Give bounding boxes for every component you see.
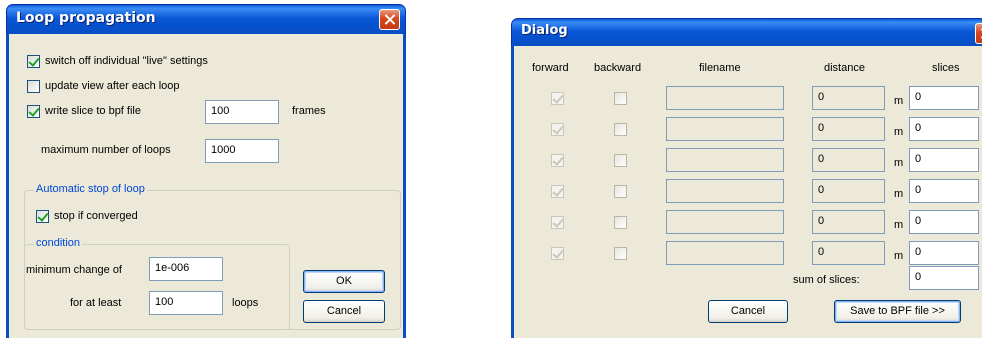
- backward-checkbox[interactable]: [614, 92, 627, 105]
- title-bar[interactable]: Dialog: [511, 18, 982, 46]
- distance-unit: m: [894, 126, 904, 138]
- backward-checkbox[interactable]: [614, 123, 627, 136]
- max-loops-input[interactable]: 1000: [205, 139, 279, 163]
- sum-slices-label: sum of slices:: [793, 274, 860, 286]
- slices-input[interactable]: 0: [909, 179, 979, 203]
- filename-field[interactable]: [666, 210, 784, 234]
- distance-field[interactable]: 0: [812, 117, 885, 141]
- write-slice-label: write slice to bpf file: [45, 105, 141, 117]
- window-client: switch off individual "live" settings up…: [6, 34, 406, 338]
- slices-input[interactable]: 0: [909, 86, 979, 110]
- frames-label: frames: [292, 105, 326, 117]
- update-view-label: update view after each loop: [45, 80, 180, 92]
- slices-header: slices: [932, 62, 960, 74]
- distance-unit: m: [894, 219, 904, 231]
- ok-button[interactable]: OK: [303, 270, 385, 293]
- forward-checkbox[interactable]: [551, 123, 564, 136]
- distance-field[interactable]: 0: [812, 86, 885, 110]
- distance-field[interactable]: 0: [812, 148, 885, 172]
- forward-checkbox[interactable]: [551, 154, 564, 167]
- distance-field[interactable]: 0: [812, 241, 885, 265]
- forward-checkbox[interactable]: [551, 247, 564, 260]
- backward-checkbox[interactable]: [614, 247, 627, 260]
- slices-input[interactable]: 0: [909, 210, 979, 234]
- filename-field[interactable]: [666, 241, 784, 265]
- distance-unit: m: [894, 157, 904, 169]
- distance-header: distance: [824, 62, 865, 74]
- filename-field[interactable]: [666, 86, 784, 110]
- switch-off-live-label: switch off individual "live" settings: [45, 55, 208, 67]
- slices-input[interactable]: 0: [909, 241, 979, 265]
- close-icon[interactable]: [379, 9, 400, 30]
- condition-group-title: condition: [34, 237, 83, 249]
- backward-checkbox[interactable]: [614, 185, 627, 198]
- write-slice-checkbox[interactable]: [27, 105, 40, 118]
- backward-checkbox[interactable]: [614, 154, 627, 167]
- forward-checkbox[interactable]: [551, 216, 564, 229]
- switch-off-live-checkbox[interactable]: [27, 55, 40, 68]
- title-bar[interactable]: Loop propagation: [6, 4, 406, 34]
- min-change-input[interactable]: 1e-006: [149, 257, 223, 281]
- loops-label: loops: [232, 297, 259, 309]
- distance-unit: m: [894, 95, 904, 107]
- auto-stop-group-title: Automatic stop of loop: [34, 183, 147, 195]
- filename-field[interactable]: [666, 179, 784, 203]
- distance-field[interactable]: 0: [812, 210, 885, 234]
- distance-unit: m: [894, 188, 904, 200]
- stop-converged-checkbox[interactable]: [36, 210, 49, 223]
- slices-input[interactable]: 0: [909, 148, 979, 172]
- max-loops-label: maximum number of loops: [41, 144, 171, 156]
- slices-input[interactable]: 0: [909, 117, 979, 141]
- window-title: Dialog: [521, 23, 568, 38]
- update-view-checkbox[interactable]: [27, 80, 40, 93]
- backward-checkbox[interactable]: [614, 216, 627, 229]
- dialog-window: Dialog forward backward filename distanc…: [511, 18, 982, 338]
- forward-header: forward: [532, 62, 569, 74]
- frames-input[interactable]: 100: [205, 100, 279, 124]
- filename-header: filename: [699, 62, 741, 74]
- sum-slices-input[interactable]: 0: [909, 266, 979, 290]
- distance-unit: m: [894, 250, 904, 262]
- min-change-label: minimum change of: [26, 264, 122, 276]
- close-icon[interactable]: [975, 23, 982, 44]
- stop-converged-label: stop if converged: [54, 210, 138, 222]
- backward-header: backward: [594, 62, 642, 74]
- cancel-button[interactable]: Cancel: [708, 300, 788, 323]
- forward-checkbox[interactable]: [551, 185, 564, 198]
- for-at-least-input[interactable]: 100: [149, 291, 223, 315]
- forward-checkbox[interactable]: [551, 92, 564, 105]
- window-title: Loop propagation: [16, 10, 156, 26]
- loop-propagation-window: Loop propagation switch off individual "…: [6, 4, 406, 338]
- distance-field[interactable]: 0: [812, 179, 885, 203]
- cancel-button[interactable]: Cancel: [303, 300, 385, 323]
- filename-field[interactable]: [666, 148, 784, 172]
- filename-field[interactable]: [666, 117, 784, 141]
- save-bpf-button[interactable]: Save to BPF file >>: [834, 300, 961, 323]
- for-at-least-label: for at least: [70, 297, 122, 309]
- window-client: forward backward filename distance slice…: [511, 46, 982, 338]
